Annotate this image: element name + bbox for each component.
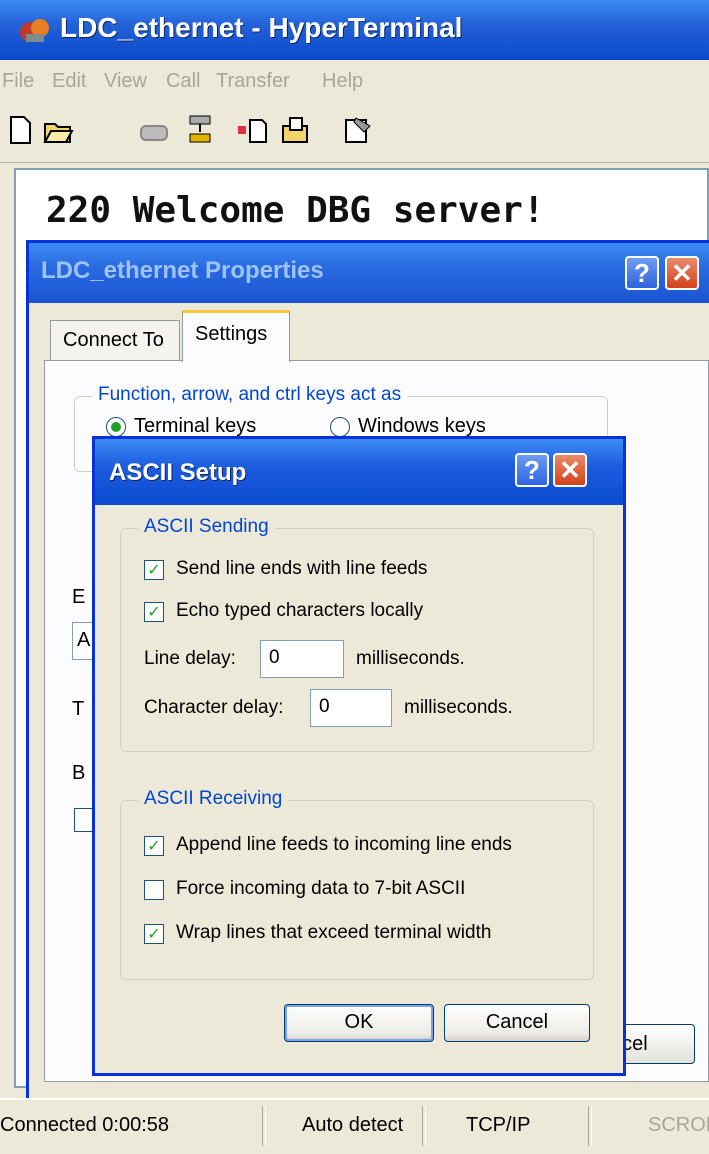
open-icon[interactable] bbox=[42, 114, 74, 146]
disconnect-icon[interactable] bbox=[184, 114, 216, 146]
windows-keys-label: Windows keys bbox=[358, 415, 486, 437]
menu-view[interactable]: View bbox=[104, 70, 147, 93]
ascii-close-button[interactable]: ✕ bbox=[553, 453, 587, 487]
status-protocol: TCP/IP bbox=[466, 1114, 531, 1136]
terminal-output: 220 Welcome DBG server! bbox=[46, 190, 545, 231]
tab-connect-to[interactable]: Connect To bbox=[50, 320, 180, 360]
help-icon: ? bbox=[634, 258, 650, 288]
ok-button[interactable]: OK bbox=[284, 1004, 434, 1042]
echo-typed-label: Echo typed characters locally bbox=[176, 600, 424, 621]
partial-label-telnet: T bbox=[72, 698, 85, 720]
tab-settings[interactable]: Settings bbox=[182, 310, 290, 362]
properties-close-button[interactable]: ✕ bbox=[665, 256, 699, 290]
char-delay-label: Character delay: bbox=[144, 697, 284, 718]
main-title-bar[interactable]: LDC_ethernet - HyperTerminal bbox=[0, 0, 709, 60]
tab-connect-to-label: Connect To bbox=[63, 329, 164, 351]
send-icon[interactable] bbox=[236, 114, 268, 146]
window-title: LDC_ethernet - HyperTerminal bbox=[60, 12, 463, 43]
ascii-receiving-legend: ASCII Receiving bbox=[138, 788, 289, 810]
status-connected: Connected 0:00:58 bbox=[0, 1114, 170, 1136]
phone-icon[interactable] bbox=[138, 114, 170, 146]
help-icon: ? bbox=[524, 455, 540, 485]
wrap-lines-label: Wrap lines that exceed terminal width bbox=[176, 922, 492, 943]
char-delay-input[interactable]: 0 bbox=[310, 689, 392, 727]
receive-icon[interactable] bbox=[280, 114, 312, 146]
windows-keys-radio[interactable] bbox=[330, 417, 350, 437]
force-7bit-label: Force incoming data to 7-bit ASCII bbox=[176, 878, 466, 899]
menu-file[interactable]: File bbox=[2, 70, 34, 93]
properties-title: LDC_ethernet Properties bbox=[41, 257, 324, 284]
line-delay-label: Line delay: bbox=[144, 648, 236, 669]
status-detect: Auto detect bbox=[302, 1114, 404, 1136]
menu-bar: File Edit View Call Transfer Help bbox=[0, 60, 709, 102]
partial-label-emulation: E bbox=[72, 586, 86, 608]
terminal-keys-label: Terminal keys bbox=[134, 415, 257, 437]
properties-icon[interactable] bbox=[342, 114, 374, 146]
close-icon: ✕ bbox=[559, 455, 581, 485]
wrap-lines-checkbox[interactable]: ✓ bbox=[144, 924, 164, 944]
ascii-title-bar[interactable]: ASCII Setup ? ✕ bbox=[95, 439, 623, 505]
line-delay-unit: milliseconds. bbox=[356, 648, 465, 669]
ascii-title: ASCII Setup bbox=[109, 459, 247, 486]
ascii-sending-legend: ASCII Sending bbox=[138, 516, 275, 538]
menu-call[interactable]: Call bbox=[166, 70, 200, 93]
status-divider bbox=[422, 1106, 426, 1146]
toolbar bbox=[0, 102, 709, 163]
close-icon: ✕ bbox=[671, 258, 693, 288]
hyperterminal-app-icon bbox=[20, 19, 49, 42]
ascii-help-button[interactable]: ? bbox=[515, 453, 549, 487]
status-divider bbox=[262, 1106, 266, 1146]
line-delay-input[interactable]: 0 bbox=[260, 640, 344, 678]
partial-label-backscroll: B bbox=[72, 762, 86, 784]
force-7bit-checkbox[interactable] bbox=[144, 880, 164, 900]
emulation-select-value: A bbox=[77, 629, 91, 651]
send-line-ends-label: Send line ends with line feeds bbox=[176, 558, 428, 579]
status-bar: Connected 0:00:58 Auto detect TCP/IP SCR… bbox=[0, 1098, 709, 1154]
status-scroll: SCROL bbox=[648, 1114, 709, 1136]
menu-help[interactable]: Help bbox=[322, 70, 363, 93]
function-keys-legend: Function, arrow, and ctrl keys act as bbox=[92, 384, 408, 406]
char-delay-unit: milliseconds. bbox=[404, 697, 513, 718]
tab-settings-label: Settings bbox=[195, 323, 268, 345]
echo-typed-checkbox[interactable]: ✓ bbox=[144, 602, 164, 622]
terminal-keys-radio[interactable] bbox=[106, 417, 126, 437]
ascii-cancel-button[interactable]: Cancel bbox=[444, 1004, 590, 1042]
menu-edit[interactable]: Edit bbox=[52, 70, 86, 93]
properties-title-bar[interactable]: LDC_ethernet Properties ? ✕ bbox=[29, 243, 709, 303]
append-line-feeds-label: Append line feeds to incoming line ends bbox=[176, 834, 512, 855]
new-icon[interactable] bbox=[4, 114, 36, 146]
send-line-ends-checkbox[interactable]: ✓ bbox=[144, 560, 164, 580]
properties-help-button[interactable]: ? bbox=[625, 256, 659, 290]
status-divider bbox=[588, 1106, 592, 1146]
menu-transfer[interactable]: Transfer bbox=[216, 70, 290, 93]
append-line-feeds-checkbox[interactable]: ✓ bbox=[144, 836, 164, 856]
